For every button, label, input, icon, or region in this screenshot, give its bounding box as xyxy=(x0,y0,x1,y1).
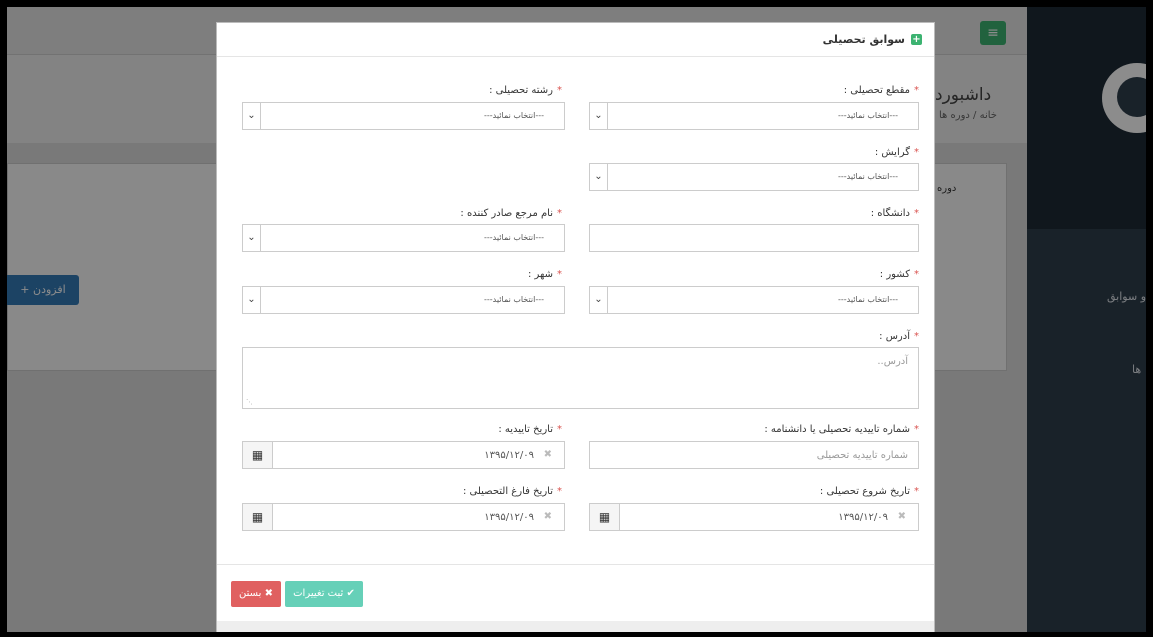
country-label: *کشور : xyxy=(879,269,919,280)
major-label: *رشته تحصیلی : xyxy=(489,85,562,96)
confirm-number-input[interactable]: شماره تاییدیه تحصیلی xyxy=(589,441,919,469)
grade-select[interactable]: ---انتخاب نمائید--- ⌄ xyxy=(589,102,919,130)
clear-x-icon[interactable]: ✖ xyxy=(544,511,552,522)
modal-title: سوابق تحصیلی xyxy=(822,33,905,46)
chevron-down-icon: ⌄ xyxy=(243,287,261,313)
university-input[interactable] xyxy=(589,224,919,252)
modal-footer: ✖ بستن ✔ ثبت تغییرات xyxy=(217,564,934,620)
grade-label: *مقطع تحصیلی : xyxy=(843,85,919,96)
clear-x-icon[interactable]: ✖ xyxy=(898,511,906,522)
close-button[interactable]: ✖ بستن xyxy=(231,581,281,607)
graduation-date-label: *تاریخ فارغ التحصیلی : xyxy=(462,486,562,497)
issuer-label: *نام مرجع صادر کننده : xyxy=(460,208,562,219)
university-label: *دانشگاه : xyxy=(870,208,919,219)
country-select[interactable]: ---انتخاب نمائید--- ⌄ xyxy=(589,286,919,314)
clear-x-icon[interactable]: ✖ xyxy=(544,449,552,460)
plus-square-icon: + xyxy=(911,34,922,45)
start-date-label: *تاریخ شروع تحصیلی : xyxy=(819,486,919,497)
city-select[interactable]: ---انتخاب نمائید--- ⌄ xyxy=(242,286,565,314)
calendar-icon[interactable]: ▦ xyxy=(590,504,620,530)
orientation-select[interactable]: ---انتخاب نمائید--- ⌄ xyxy=(589,163,919,191)
chevron-down-icon: ⌄ xyxy=(243,103,261,129)
resize-grip-icon[interactable]: ⋰ xyxy=(246,398,253,406)
address-textarea[interactable]: آدرس.. ⋰ xyxy=(242,347,919,409)
orientation-label: *گرایش : xyxy=(874,147,919,158)
app-frame: ≡ و سوابق ها داشبورد خانه / دوره ها دوره… xyxy=(7,7,1146,632)
issuer-select[interactable]: ---انتخاب نمائید--- ⌄ xyxy=(242,224,565,252)
city-label: *شهر : xyxy=(527,269,562,280)
modal-header: + سوابق تحصیلی xyxy=(217,23,934,57)
start-date-input[interactable]: ▦ ۱۳۹۵/۱۲/۰۹ ✖ xyxy=(589,503,919,531)
chevron-down-icon: ⌄ xyxy=(590,103,608,129)
calendar-icon[interactable]: ▦ xyxy=(243,504,273,530)
education-modal: + سوابق تحصیلی *مقطع تحصیلی : ---انتخاب … xyxy=(216,22,935,632)
address-label: *آدرس : xyxy=(879,331,919,342)
confirm-date-input[interactable]: ▦ ۱۳۹۵/۱۲/۰۹ ✖ xyxy=(242,441,565,469)
modal-bottom-strip xyxy=(217,621,934,632)
save-button[interactable]: ✔ ثبت تغییرات xyxy=(285,581,363,607)
chevron-down-icon: ⌄ xyxy=(590,164,608,190)
major-select[interactable]: ---انتخاب نمائید--- ⌄ xyxy=(242,102,565,130)
chevron-down-icon: ⌄ xyxy=(243,225,261,251)
confirm-date-label: *تاریخ تاییدیه : xyxy=(498,424,562,435)
calendar-icon[interactable]: ▦ xyxy=(243,442,273,468)
chevron-down-icon: ⌄ xyxy=(590,287,608,313)
graduation-date-input[interactable]: ▦ ۱۳۹۵/۱۲/۰۹ ✖ xyxy=(242,503,565,531)
confirm-number-label: *شماره تاییدیه تحصیلی یا دانشنامه : xyxy=(764,424,919,435)
